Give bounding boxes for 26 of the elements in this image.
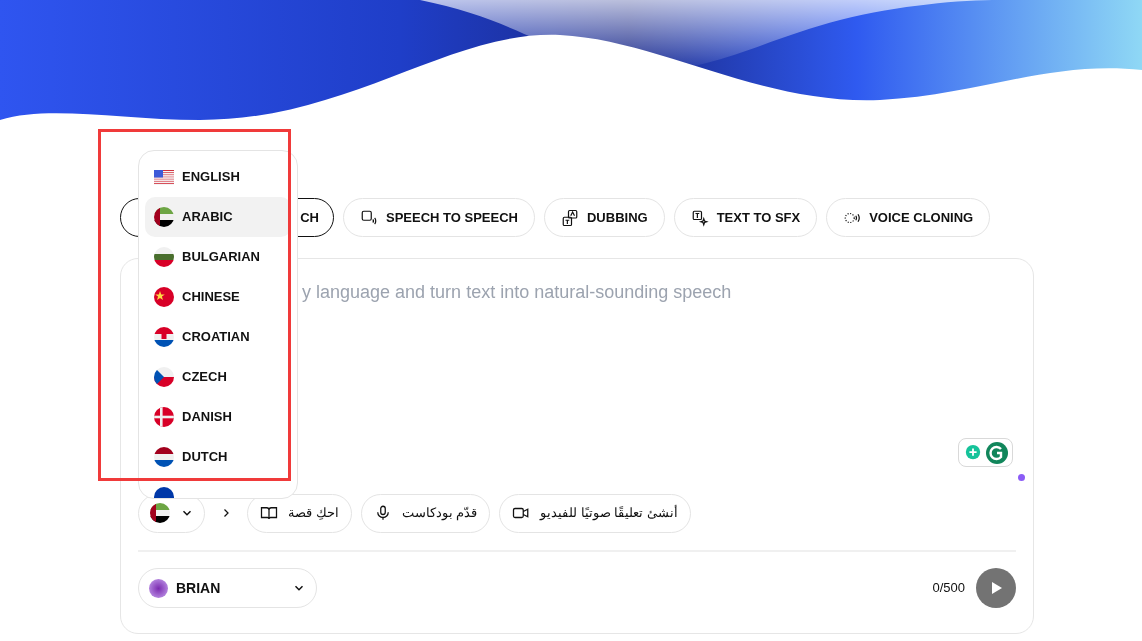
language-option[interactable]: BULGARIAN (145, 237, 291, 277)
book-icon (260, 504, 278, 522)
flag-icon (154, 327, 174, 347)
grammar-assistant-widget[interactable] (958, 438, 1013, 467)
play-icon (989, 581, 1003, 595)
language-option[interactable]: ENGLISH (145, 157, 291, 197)
language-option[interactable]: ARABIC (145, 197, 291, 237)
flag-icon (154, 207, 174, 227)
character-counter: 0/500 (932, 579, 965, 598)
language-option[interactable]: CHINESE (145, 277, 291, 317)
flag-icon (154, 447, 174, 467)
flag-icon (154, 367, 174, 387)
language-option[interactable]: CROATIAN (145, 317, 291, 357)
play-button[interactable] (976, 568, 1016, 608)
text-sparkle-icon (690, 208, 709, 227)
flag-icon (154, 287, 174, 307)
flag-icon (154, 169, 174, 185)
flag-icon (154, 407, 174, 427)
speech-icon (360, 208, 378, 227)
flag-icon (149, 503, 170, 523)
flag-icon (154, 247, 174, 267)
translate-icon (560, 208, 579, 227)
language-option[interactable]: CZECH (145, 357, 291, 397)
language-option[interactable]: DUTCH (145, 437, 291, 477)
language-option[interactable]: DANISH (145, 397, 291, 437)
g-logo-icon (985, 441, 1008, 464)
